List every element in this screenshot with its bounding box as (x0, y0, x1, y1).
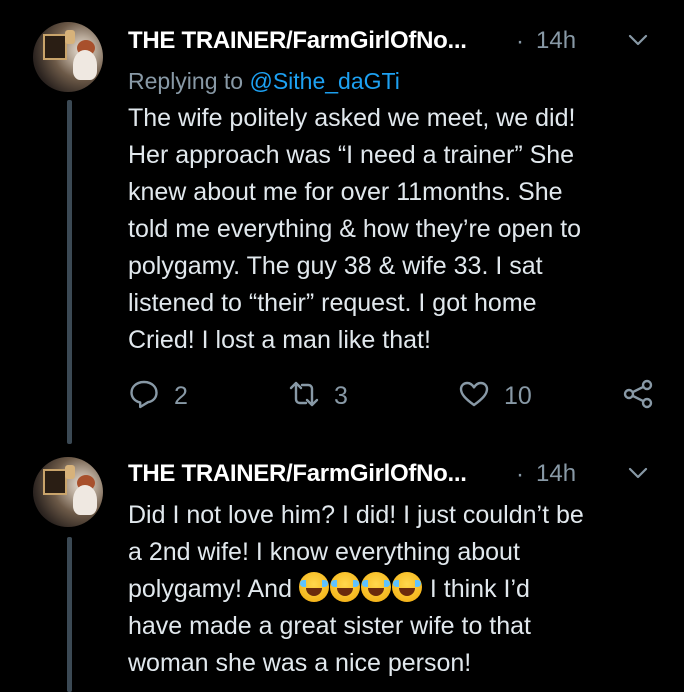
avatar[interactable] (33, 457, 103, 527)
thread-connector-line (67, 537, 72, 692)
retweet-count: 3 (334, 381, 348, 410)
tweet[interactable]: THE TRAINER/FarmGirlOfNo... · 14h Replyi… (0, 0, 684, 455)
share-icon (622, 378, 654, 415)
retweet-icon (288, 378, 320, 415)
separator-dot: · (516, 461, 524, 488)
thread-connector-line (67, 100, 72, 444)
tweet-text-segment: I think I’d (422, 575, 530, 603)
tweet-text-line: told me everything & how they’re open to (128, 215, 582, 243)
reply-icon (128, 378, 160, 415)
tweet-header: THE TRAINER/FarmGirlOfNo... · 14h (128, 22, 668, 62)
face-with-tears-of-joy-emoji (360, 572, 391, 602)
timestamp[interactable]: 14h (536, 460, 576, 488)
reply-button[interactable]: 2 (128, 376, 188, 416)
tweet-text: The wife politely asked we meet, we did!… (128, 100, 658, 359)
author-name[interactable]: THE TRAINER/FarmGirlOfNo... (128, 460, 467, 488)
like-count: 10 (504, 381, 532, 410)
tweet-actions: 2 3 10 (128, 376, 668, 416)
tweet-text: Did I not love him? I did! I just couldn… (128, 497, 658, 682)
timestamp[interactable]: 14h (536, 27, 576, 55)
tweet-text-line: have made a great sister wife to that (128, 612, 531, 640)
chevron-down-icon[interactable] (626, 28, 650, 52)
tweet-text-line: woman she was a nice person! (128, 649, 472, 677)
tweet-text-segment: polygamy! And (128, 575, 299, 603)
share-button[interactable] (622, 376, 654, 416)
tweet-text-line: knew about me for over 11months. She (128, 178, 563, 206)
tweet-text-line: a 2nd wife! I know everything about (128, 538, 520, 566)
retweet-button[interactable]: 3 (288, 376, 348, 416)
chevron-down-icon[interactable] (626, 461, 650, 485)
tweet-text-line: listened to “their” request. I got home (128, 289, 537, 317)
tweet-text-line: The wife politely asked we meet, we did! (128, 104, 576, 132)
tweet[interactable]: THE TRAINER/FarmGirlOfNo... · 14h Did I … (0, 455, 684, 692)
tweet-header: THE TRAINER/FarmGirlOfNo... · 14h (128, 455, 668, 495)
replying-to-handle[interactable]: @Sithe_daGTi (249, 68, 399, 94)
tweet-text-line: Cried! I lost a man like that! (128, 326, 431, 354)
avatar[interactable] (33, 22, 103, 92)
face-with-tears-of-joy-emoji (391, 572, 422, 602)
replying-to-label: Replying to (128, 68, 250, 94)
tweet-text-line: Did I not love him? I did! I just couldn… (128, 501, 584, 529)
separator-dot: · (516, 28, 524, 55)
face-with-tears-of-joy-emoji (298, 572, 329, 602)
like-button[interactable]: 10 (458, 376, 532, 416)
tweet-text-line: polygamy. The guy 38 & wife 33. I sat (128, 252, 543, 280)
tweet-text-line: Her approach was “I need a trainer” She (128, 141, 575, 169)
replying-to: Replying to @Sithe_daGTi (128, 68, 400, 95)
author-name[interactable]: THE TRAINER/FarmGirlOfNo... (128, 27, 467, 55)
face-with-tears-of-joy-emoji (329, 572, 360, 602)
tweet-text-line: polygamy! And I think I’d (128, 571, 658, 608)
reply-count: 2 (174, 381, 188, 410)
like-icon (458, 378, 490, 415)
